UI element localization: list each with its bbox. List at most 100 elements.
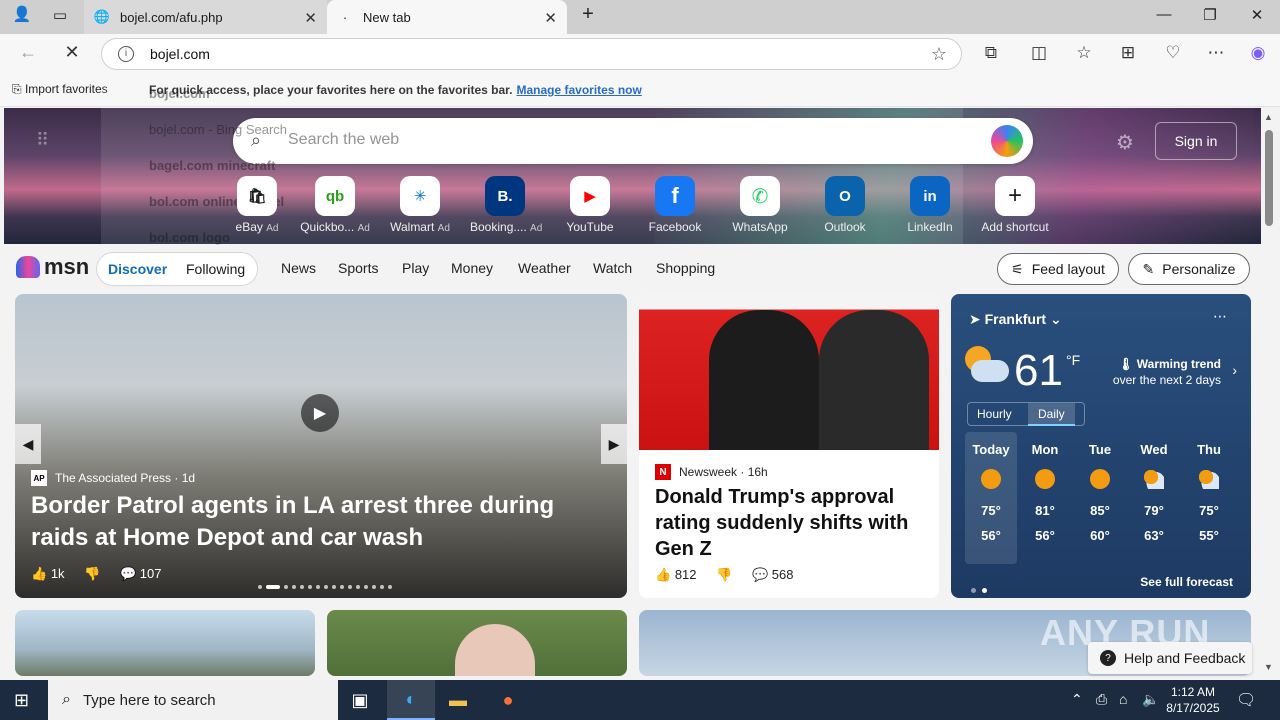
like-button[interactable]: 👍 812 xyxy=(655,567,697,582)
favorite-star-icon[interactable]: ☆ xyxy=(931,44,947,65)
task-view-icon[interactable]: ▣ xyxy=(336,680,384,720)
shortcut-whatsapp[interactable]: ✆ WhatsApp xyxy=(725,176,795,234)
tab-following[interactable]: Following xyxy=(186,261,245,277)
volume-icon[interactable]: 🔈 xyxy=(1142,691,1159,708)
dislike-button[interactable]: 👎 xyxy=(84,566,100,581)
favorites-icon[interactable]: ☆ xyxy=(1072,43,1096,63)
browser-essentials-icon[interactable]: ♡ xyxy=(1161,43,1185,63)
shortcut-linkedin[interactable]: in LinkedIn xyxy=(895,176,965,234)
story-headline[interactable]: Donald Trump's approval rating suddenly … xyxy=(655,484,925,562)
nav-money[interactable]: Money xyxy=(451,260,493,276)
weather-trend[interactable]: 🌡 Warming trend over the next 2 days xyxy=(1113,356,1221,388)
firefox-taskbar-icon[interactable]: ● xyxy=(484,680,532,720)
play-video-icon[interactable]: ▶ xyxy=(301,394,339,432)
taskbar-clock[interactable]: 1:12 AM 8/17/2025 xyxy=(1166,684,1220,716)
carousel-prev-button[interactable]: ◀ xyxy=(15,424,41,464)
page-scrollbar[interactable]: ▲ ▼ xyxy=(1262,108,1276,676)
web-search-box[interactable]: ⌕ Search the web xyxy=(233,118,1033,164)
comments-button[interactable]: 💬 568 xyxy=(752,567,794,582)
see-full-forecast-link[interactable]: See full forecast xyxy=(1140,575,1233,589)
minimize-button[interactable]: — xyxy=(1152,6,1176,23)
story-headline[interactable]: Border Patrol agents in LA arrest three … xyxy=(31,490,611,554)
nav-watch[interactable]: Watch xyxy=(593,260,632,276)
edge-taskbar-icon[interactable]: ◐ xyxy=(387,680,435,720)
shortcut-booking[interactable]: B. Booking.... Ad xyxy=(470,176,542,234)
tab-daily[interactable]: Daily xyxy=(1028,403,1075,426)
tab-new-tab[interactable]: · New tab ✕ xyxy=(327,0,567,34)
help-feedback-button[interactable]: ? Help and Feedback xyxy=(1088,642,1252,674)
shortcut-youtube[interactable]: ▶ YouTube xyxy=(555,176,625,234)
msn-logo[interactable]: msn xyxy=(16,254,89,280)
scroll-down-icon[interactable]: ▼ xyxy=(1264,662,1273,672)
side-story-card[interactable]: N Newsweek · 16h Donald Trump's approval … xyxy=(639,294,939,598)
shortcut-facebook[interactable]: f Facebook xyxy=(640,176,710,234)
split-screen-icon[interactable]: ◫ xyxy=(1027,43,1051,63)
show-hidden-icons[interactable]: ⌃ xyxy=(1071,691,1083,708)
forecast-day[interactable]: Mon 81° 56° xyxy=(1019,432,1071,564)
close-tab-icon[interactable]: ✕ xyxy=(544,9,557,27)
close-window-button[interactable]: ✕ xyxy=(1245,6,1269,24)
story-card[interactable] xyxy=(15,610,315,676)
manage-favorites-link[interactable]: Manage favorites now xyxy=(516,83,641,97)
info-icon[interactable]: i xyxy=(118,46,134,62)
personalize-button[interactable]: ✎ Personalize xyxy=(1128,253,1250,285)
notifications-icon[interactable]: 🗨 xyxy=(1236,690,1256,710)
tab-discover[interactable]: Discover xyxy=(108,261,167,277)
carousel-next-button[interactable]: ▶ xyxy=(601,424,627,464)
network-icon[interactable]: ⌂ xyxy=(1119,691,1127,707)
comments-button[interactable]: 💬 107 xyxy=(120,566,162,581)
back-button[interactable]: ← xyxy=(16,42,40,63)
nav-weather[interactable]: Weather xyxy=(518,260,571,276)
tab-hourly[interactable]: Hourly xyxy=(977,407,1012,421)
windows-start-icon[interactable]: ⊞ xyxy=(14,690,29,711)
search-placeholder[interactable]: Search the web xyxy=(288,131,399,149)
settings-gear-icon[interactable]: ⚙ xyxy=(1116,130,1134,155)
more-options-icon[interactable]: ⋯ xyxy=(1213,308,1227,325)
copilot-search-icon[interactable] xyxy=(991,125,1023,157)
scroll-up-icon[interactable]: ▲ xyxy=(1264,112,1273,122)
temperature-unit[interactable]: °F xyxy=(1066,352,1080,368)
collections-icon[interactable]: ⊞ xyxy=(1116,43,1140,63)
more-options-icon[interactable]: ⋯ xyxy=(1204,43,1228,63)
new-tab-button[interactable]: + xyxy=(576,3,600,26)
sign-in-button[interactable]: Sign in xyxy=(1155,122,1237,160)
close-tab-icon[interactable]: ✕ xyxy=(304,9,317,27)
plus-icon: + xyxy=(995,176,1035,216)
tab-actions-icon[interactable]: ▭ xyxy=(48,6,72,24)
scrollbar-thumb[interactable] xyxy=(1265,130,1273,226)
nav-news[interactable]: News xyxy=(281,260,316,276)
shortcut-ebay[interactable]: 🛍 eBay Ad xyxy=(222,176,292,234)
dislike-button[interactable]: 👎 xyxy=(716,567,732,582)
copilot-icon[interactable]: ◉ xyxy=(1246,43,1270,63)
address-bar[interactable]: i bojel.com ☆ xyxy=(101,38,962,70)
weather-location[interactable]: ➤ Frankfurt ⌄ xyxy=(969,311,1062,328)
feed-layout-button[interactable]: ⚟ Feed layout xyxy=(997,253,1119,285)
shortcut-walmart[interactable]: ✳ Walmart Ad xyxy=(385,176,455,234)
add-shortcut-button[interactable]: + Add shortcut xyxy=(980,176,1050,234)
nav-play[interactable]: Play xyxy=(402,260,429,276)
file-explorer-icon[interactable]: ▬ xyxy=(434,680,482,720)
restore-button[interactable]: ❐ xyxy=(1198,6,1222,24)
main-story-card[interactable]: ▶ ◀ ▶ AP The Associated Press · 1d Border… xyxy=(15,294,627,598)
extensions-icon[interactable]: ⧉ xyxy=(979,43,1003,63)
shortcut-quickbooks[interactable]: qb Quickbo... Ad xyxy=(300,176,370,234)
chevron-right-icon[interactable]: › xyxy=(1232,362,1237,378)
weather-card[interactable]: ➤ Frankfurt ⌄ ⋯ 61 °F 🌡 Warming trend ove… xyxy=(951,294,1251,598)
forecast-day[interactable]: Wed 79° 63° xyxy=(1128,432,1180,564)
profile-icon[interactable]: 👤 xyxy=(10,5,34,23)
shortcut-outlook[interactable]: O Outlook xyxy=(810,176,880,234)
address-value[interactable]: bojel.com xyxy=(150,46,210,62)
forecast-day[interactable]: Today 75° 56° xyxy=(965,432,1017,564)
nav-shopping[interactable]: Shopping xyxy=(656,260,715,276)
forecast-day[interactable]: Thu 75° 55° xyxy=(1183,432,1235,564)
like-button[interactable]: 👍 1k xyxy=(31,566,65,581)
nav-sports[interactable]: Sports xyxy=(338,260,378,276)
stop-loading-button[interactable]: ✕ xyxy=(60,42,84,63)
device-icon[interactable]: ⎙ xyxy=(1096,691,1107,708)
apps-grid-icon[interactable]: ⠿ xyxy=(36,130,49,151)
tab-bojel[interactable]: 🌐 bojel.com/afu.php ✕ xyxy=(84,0,327,34)
forecast-day[interactable]: Tue 85° 60° xyxy=(1074,432,1126,564)
taskbar-search[interactable]: ⌕ Type here to search xyxy=(48,680,338,720)
story-card[interactable] xyxy=(327,610,627,676)
import-favorites-button[interactable]: ⎘ Import favorites xyxy=(12,82,108,97)
